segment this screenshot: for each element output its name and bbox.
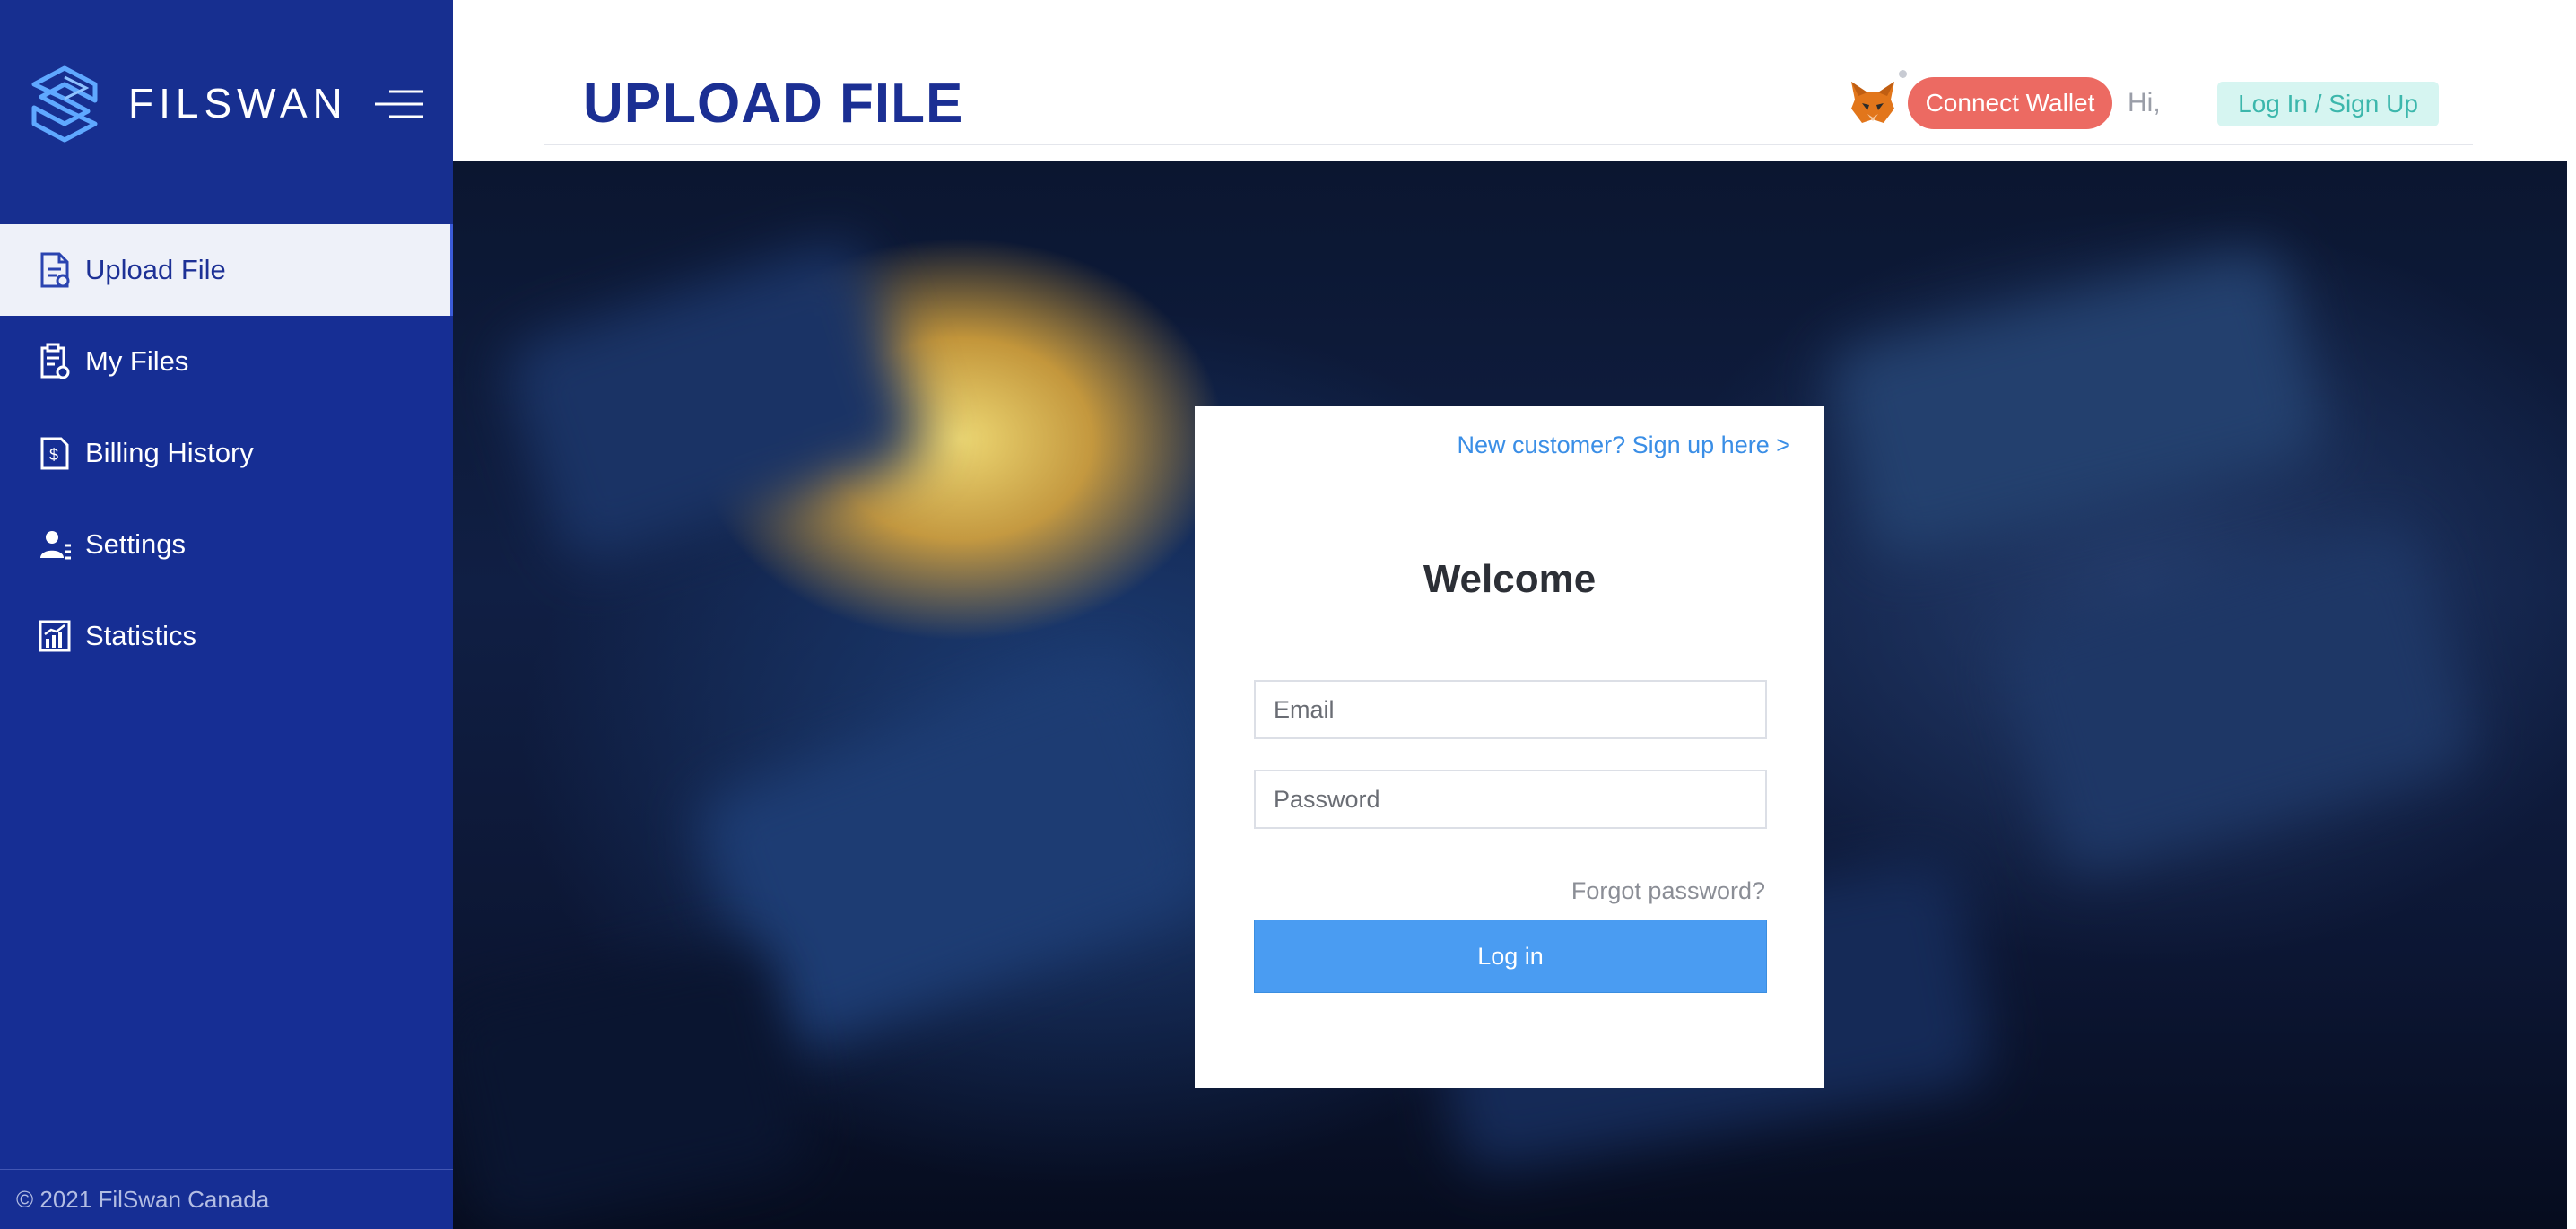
sidebar: FILSWAN Upload File My Files $ Billing H… — [0, 0, 453, 1229]
hamburger-menu-icon[interactable] — [373, 86, 425, 122]
background-shape — [498, 234, 928, 573]
status-dot — [1899, 70, 1907, 78]
sidebar-item-label: Billing History — [85, 437, 254, 468]
connect-wallet-button[interactable]: Connect Wallet — [1908, 77, 2112, 129]
header: UPLOAD FILE Connect Wallet Hi, Log In / … — [453, 0, 2576, 161]
sidebar-item-billing-history[interactable]: $ Billing History — [0, 407, 453, 499]
welcome-heading: Welcome — [1423, 557, 1597, 601]
password-field[interactable] — [1254, 770, 1767, 829]
sidebar-item-label: My Files — [85, 345, 189, 377]
statistics-icon — [39, 620, 71, 652]
background-shape — [453, 936, 814, 1229]
filswan-logo-icon — [31, 65, 98, 143]
sidebar-item-statistics[interactable]: Statistics — [0, 590, 453, 682]
login-button[interactable]: Log in — [1254, 920, 1767, 993]
metamask-fox-icon — [1851, 82, 1894, 123]
user-settings-icon — [40, 531, 71, 560]
forgot-password-link[interactable]: Forgot password? — [1571, 877, 1765, 905]
greeting: Hi, — [2128, 88, 2161, 118]
sidebar-item-label: Settings — [85, 528, 187, 560]
brand: FILSWAN — [0, 0, 453, 224]
svg-text:$: $ — [49, 446, 58, 464]
email-field[interactable] — [1254, 680, 1767, 739]
sidebar-item-settings[interactable]: Settings — [0, 499, 453, 590]
sidebar-item-upload-file[interactable]: Upload File — [0, 224, 453, 316]
sidebar-item-my-files[interactable]: My Files — [0, 316, 453, 407]
page-title: UPLOAD FILE — [583, 73, 964, 135]
background-shape — [1823, 242, 2329, 565]
sidebar-item-label: Statistics — [85, 620, 197, 651]
my-files-icon — [40, 343, 70, 379]
billing-icon: $ — [40, 437, 69, 470]
header-divider — [544, 144, 2473, 145]
signup-link[interactable]: New customer? Sign up here > — [1458, 431, 1790, 459]
sidebar-footer: © 2021 FilSwan Canada — [0, 1169, 453, 1229]
brand-name: FILSWAN — [128, 80, 348, 126]
upload-file-icon — [40, 252, 70, 288]
sidebar-nav: Upload File My Files $ Billing History S… — [0, 224, 453, 682]
background-shape — [1996, 519, 2480, 880]
sidebar-item-label: Upload File — [85, 254, 226, 285]
login-signup-button[interactable]: Log In / Sign Up — [2217, 82, 2439, 126]
login-card: New customer? Sign up here > Welcome For… — [1195, 406, 1824, 1088]
